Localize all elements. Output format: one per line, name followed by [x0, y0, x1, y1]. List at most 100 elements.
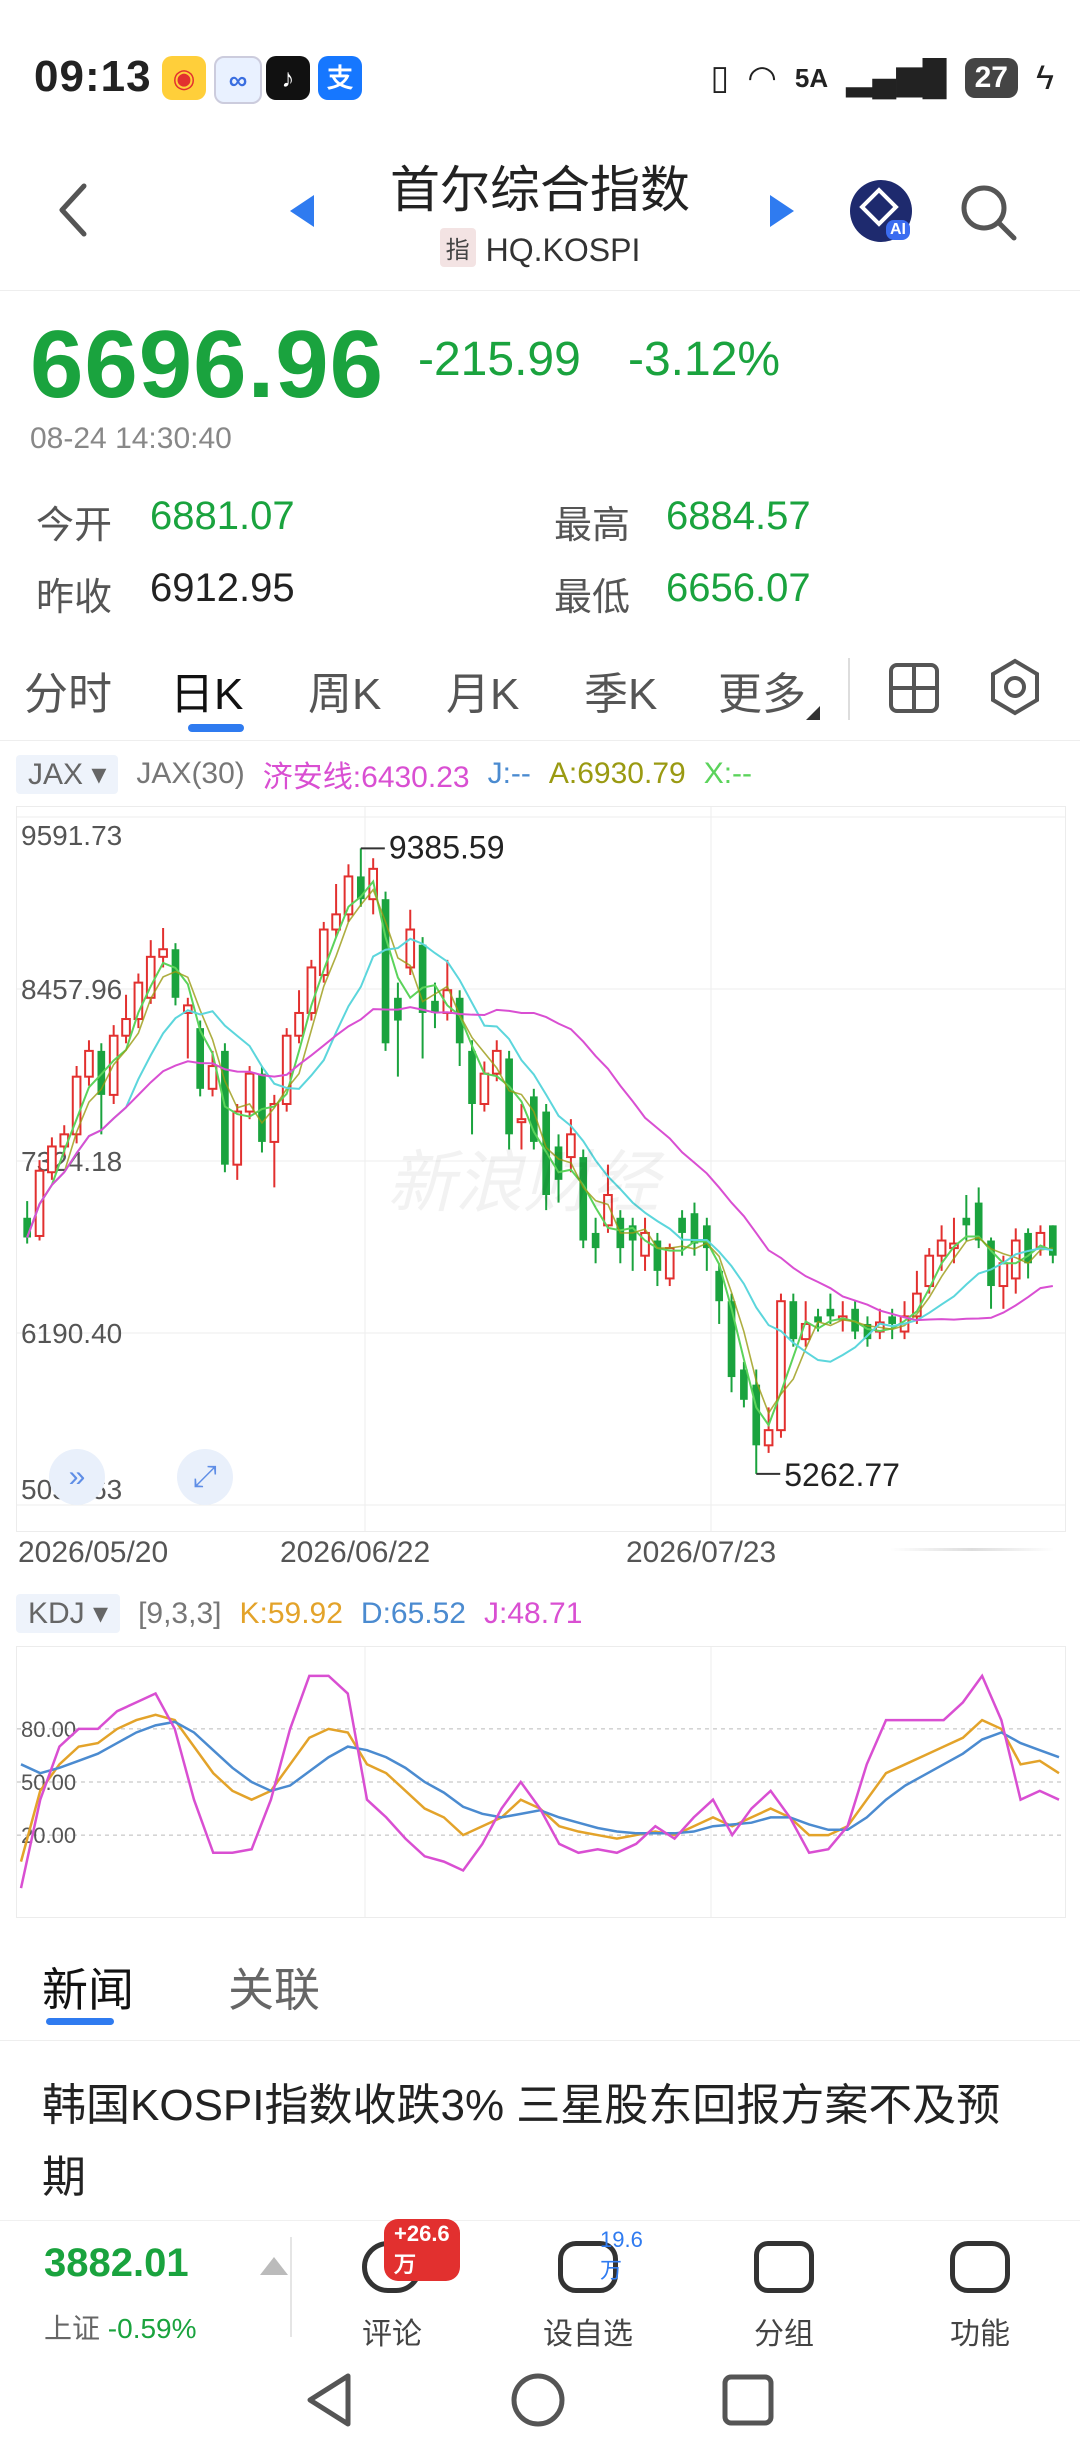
kdj-j-value: J:48.71: [483, 1596, 583, 1630]
candle-body: [789, 1301, 798, 1340]
fullscreen-icon: ⤢: [193, 1460, 217, 1493]
page-title: 首尔综合指数: [390, 162, 690, 218]
ai-label: AI: [886, 220, 910, 240]
indicator-param: JAX(30): [136, 757, 245, 790]
sh-index-pct: -0.59%: [107, 2313, 197, 2344]
candle-body: [740, 1369, 748, 1400]
candle-body: [1024, 1232, 1032, 1264]
high-value: 6884.57: [666, 494, 811, 538]
kdj-chart[interactable]: 80.00 50.00 20.00: [16, 1646, 1066, 1918]
tab-daily[interactable]: 日K: [170, 658, 243, 722]
high-annotation: 9385.59: [389, 829, 505, 865]
indicator-selector[interactable]: JAX ▾: [16, 754, 119, 794]
next-index-icon[interactable]: [770, 195, 794, 227]
x-tick-2: 2026/06/22: [280, 1536, 431, 1569]
candle-body: [84, 1049, 94, 1078]
candle-body: [974, 1202, 983, 1241]
nav-back-icon[interactable]: [300, 2370, 360, 2430]
index-code-text: HQ.KOSPI: [485, 232, 641, 268]
kdj-svg: 80.0050.0020.00: [17, 1647, 1065, 1917]
nav-recents-icon[interactable]: [720, 2372, 776, 2428]
candle-body: [776, 1300, 786, 1432]
comment-button[interactable]: +26.6万 评论: [332, 2219, 460, 2351]
low-value: 6656.07: [666, 566, 811, 610]
candle-body: [121, 1018, 131, 1037]
candle-body: [678, 1217, 686, 1233]
settings-icon[interactable]: [986, 658, 1044, 716]
nav-home-icon[interactable]: [508, 2370, 568, 2430]
candle-body: [331, 913, 341, 931]
x-tick-3: 2026/07/23: [626, 1536, 777, 1569]
prev-close-label: 昨收: [36, 577, 113, 619]
kdj-param: [9,3,3]: [138, 1596, 222, 1630]
expand-left-button[interactable]: »: [49, 1449, 105, 1505]
expand-up-icon[interactable]: [260, 2257, 288, 2275]
d-value: D:65.52: [360, 1596, 466, 1630]
candle-body: [664, 1247, 675, 1280]
candle-body: [591, 1232, 600, 1249]
candle-body: [158, 948, 168, 958]
watch-count: 19.6万: [600, 2227, 643, 2283]
add-watchlist-button[interactable]: 19.6万 设自选: [528, 2221, 648, 2351]
tab-intraday[interactable]: 分时: [24, 658, 112, 722]
vibrate-icon: ▯: [710, 59, 730, 97]
search-icon[interactable]: [956, 180, 1020, 244]
tab-related[interactable]: 关联: [228, 1954, 320, 2020]
prev-close-value: 6912.95: [150, 566, 295, 610]
group-button[interactable]: 分组: [724, 2221, 844, 2351]
candle-body: [763, 1429, 774, 1447]
candle-body: [269, 1102, 280, 1143]
chart-scroll-bar[interactable]: [890, 1548, 1054, 1551]
ai-assistant-button[interactable]: AI: [850, 180, 912, 242]
signal-icon: ▂▄▆█: [846, 59, 947, 97]
candle-body: [418, 944, 427, 1013]
function-button[interactable]: 功能: [920, 2221, 1040, 2351]
candle-body: [505, 1058, 513, 1135]
candle-body: [998, 1262, 1009, 1288]
candle-body: [294, 1011, 304, 1037]
candle-body: [479, 1072, 490, 1105]
news-headline[interactable]: 韩国KOSPI指数收跌3% 三星股东回报方案不及预期: [42, 2070, 1042, 2214]
low-annotation: 5262.77: [784, 1457, 900, 1493]
y-tick-label: 6190.40: [21, 1318, 122, 1349]
charging-icon: ϟ: [1036, 58, 1054, 97]
candle-body: [936, 1239, 947, 1257]
active-tab-indicator: [188, 724, 244, 732]
system-nav-bar: [0, 2350, 1080, 2449]
header: 首尔综合指数 指 HQ.KOSPI AI: [0, 150, 1080, 291]
footer-divider: [290, 2237, 292, 2337]
index-badge: 指: [439, 228, 476, 267]
fullscreen-button[interactable]: ⤢: [177, 1449, 233, 1505]
quote-datetime: 08-24 14:30:40: [30, 422, 232, 455]
weibo-icon: ◉: [162, 56, 206, 100]
group-label: 分组: [754, 2318, 814, 2351]
open-value: 6881.07: [150, 494, 295, 538]
tab-quarterly[interactable]: 季K: [584, 658, 657, 722]
tab-weekly[interactable]: 周K: [308, 658, 381, 722]
tab-news[interactable]: 新闻: [42, 1954, 134, 2020]
status-bar: 09:13 ◉ ∞ ♪ 支 ▯ ◠ 5A ▂▄▆█ 27 ϟ: [0, 0, 1080, 150]
candle-body: [491, 1049, 502, 1075]
grid-layout-icon[interactable]: [888, 662, 940, 714]
news-tab-indicator: [46, 2018, 114, 2025]
news-tabs: 新闻 关联: [0, 1930, 1080, 2041]
jian-value: 济安线:6430.23: [262, 761, 470, 794]
watermark: 新浪财经: [387, 1145, 660, 1221]
watchlist-label: 设自选: [543, 2318, 633, 2351]
kdj-selector[interactable]: KDJ ▾: [16, 1594, 121, 1633]
current-price: 6696.96: [30, 311, 385, 418]
jax-legend: JAX ▾ JAX(30) 济安线:6430.23 J:-- A:6930.79…: [16, 752, 752, 796]
comment-label: 评论: [362, 2318, 422, 2351]
candle-body: [207, 1065, 218, 1090]
sh-index-price[interactable]: 3882.01: [44, 2241, 189, 2286]
tab-monthly[interactable]: 月K: [446, 658, 519, 722]
y-tick-label: 8457.96: [21, 974, 122, 1005]
network-label: 5A: [794, 62, 829, 93]
price-change-pct: -3.12%: [628, 333, 781, 386]
x-value: X:--: [703, 757, 753, 790]
double-chevron-icon: »: [68, 1460, 86, 1493]
high-label: 最高: [554, 505, 631, 547]
candlestick-chart[interactable]: 9591.738457.967324.186190.405056.639385.…: [16, 806, 1066, 1532]
tiktok-icon: ♪: [266, 56, 310, 100]
tab-more[interactable]: 更多: [718, 658, 806, 722]
